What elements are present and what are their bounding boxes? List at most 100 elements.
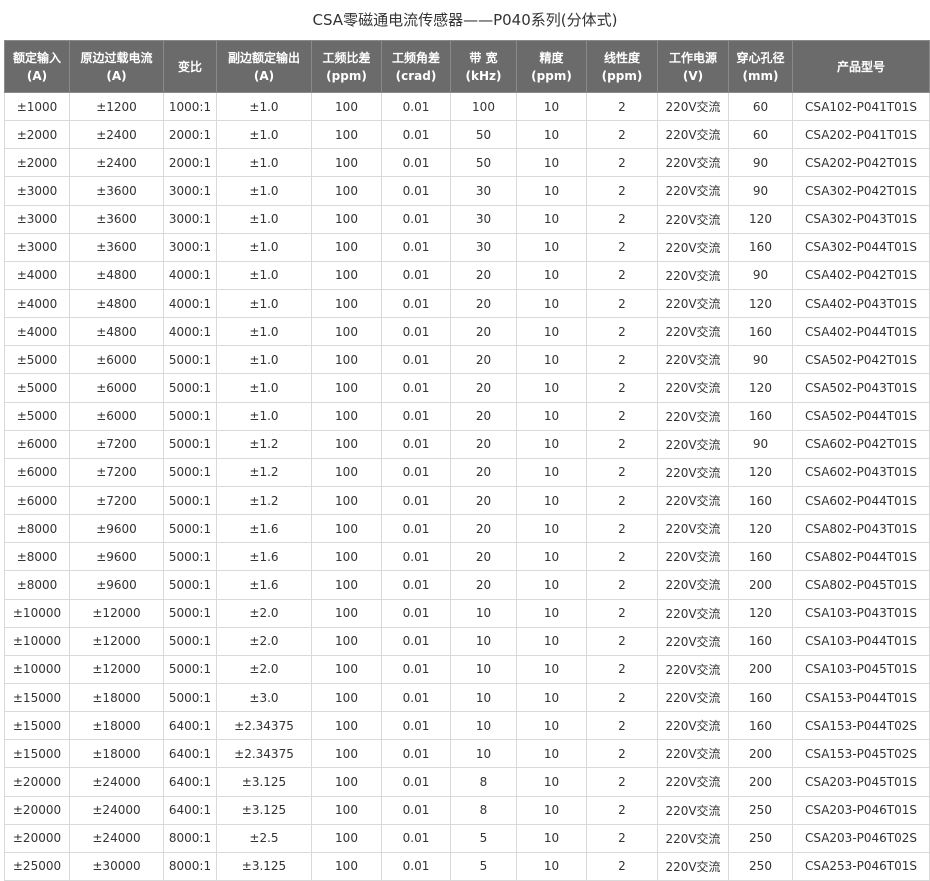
table-row: ±4000 ±4800 4000:1 ±1.0 100 0.01 20 10 2 220V交流 12… xyxy=(4,288,930,319)
table-cell-working-power: 220V交流 xyxy=(657,232,729,262)
table-cell-aperture-diameter: 160 xyxy=(728,485,793,516)
table-cell-primary-overload-current: ±24000 xyxy=(69,767,164,797)
table-cell-primary-overload-current: ±9600 xyxy=(69,514,164,544)
table-cell-linearity: 2 xyxy=(586,429,658,459)
table-cell-bandwidth: 20 xyxy=(450,429,517,459)
table-cell-linearity: 2 xyxy=(586,795,658,825)
table-cell-rated-input: ±15000 xyxy=(4,682,70,713)
table-row: ±10000 ±12000 5000:1 ±2.0 100 0.01 10 10 2 220V交流… xyxy=(4,626,930,656)
table-cell-working-power: 220V交流 xyxy=(657,795,729,825)
table-cell-product-model: CSA502-P043T01S xyxy=(792,373,930,403)
table-cell-power-frequency-phase-error: 0.01 xyxy=(381,598,451,628)
table-cell-power-frequency-phase-error: 0.01 xyxy=(381,739,451,769)
table-cell-accuracy: 10 xyxy=(516,795,587,825)
table-cell-primary-overload-current: ±7200 xyxy=(69,457,164,487)
table-cell-working-power: 220V交流 xyxy=(657,148,729,178)
table-row: ±3000 ±3600 3000:1 ±1.0 100 0.01 30 10 2 220V交流 16… xyxy=(4,232,930,262)
table-row: ±20000 ±24000 6400:1 ±3.125 100 0.01 8 10 2 220V交… xyxy=(4,795,930,825)
table-cell-aperture-diameter: 200 xyxy=(728,654,793,684)
table-cell-ratio: 5000:1 xyxy=(163,514,217,544)
table-cell-primary-overload-current: ±3600 xyxy=(69,232,164,262)
column-header-label: 变比 xyxy=(177,59,202,74)
table-cell-primary-overload-current: ±24000 xyxy=(69,795,164,825)
table-cell-bandwidth: 10 xyxy=(450,739,517,769)
table-cell-primary-overload-current: ±1200 xyxy=(69,91,164,122)
table-cell-linearity: 2 xyxy=(586,739,658,769)
table-cell-primary-overload-current: ±12000 xyxy=(69,598,164,628)
table-cell-rated-input: ±5000 xyxy=(4,401,70,431)
table-cell-product-model: CSA202-P041T01S xyxy=(792,120,930,150)
table-cell-accuracy: 10 xyxy=(516,317,587,347)
table-cell-working-power: 220V交流 xyxy=(657,654,729,684)
table-cell-power-frequency-ratio-error: 100 xyxy=(311,795,382,825)
table-cell-power-frequency-ratio-error: 100 xyxy=(311,288,382,319)
table-cell-power-frequency-phase-error: 0.01 xyxy=(381,795,451,825)
table-cell-power-frequency-ratio-error: 100 xyxy=(311,767,382,797)
table-cell-product-model: CSA502-P042T01S xyxy=(792,345,930,375)
table-cell-product-model: CSA203-P046T01S xyxy=(792,795,930,825)
table-cell-bandwidth: 20 xyxy=(450,485,517,516)
table-cell-ratio: 6400:1 xyxy=(163,739,217,769)
table-cell-accuracy: 10 xyxy=(516,626,587,656)
table-cell-accuracy: 10 xyxy=(516,288,587,319)
table-cell-working-power: 220V交流 xyxy=(657,767,729,797)
table-cell-power-frequency-ratio-error: 100 xyxy=(311,654,382,684)
table-cell-working-power: 220V交流 xyxy=(657,176,729,206)
table-cell-secondary-rated-output: ±1.0 xyxy=(216,317,312,347)
table-cell-working-power: 220V交流 xyxy=(657,682,729,713)
column-header-ratio: 变比 xyxy=(163,40,217,93)
table-row: ±3000 ±3600 3000:1 ±1.0 100 0.01 30 10 2 220V交流 12… xyxy=(4,204,930,234)
column-header-label: 工频角差 xyxy=(391,50,440,65)
table-cell-power-frequency-ratio-error: 100 xyxy=(311,345,382,375)
table-cell-accuracy: 10 xyxy=(516,485,587,516)
column-header-rated-input: 额定输入 (A) xyxy=(4,40,70,93)
table-cell-bandwidth: 8 xyxy=(450,767,517,797)
table-cell-primary-overload-current: ±7200 xyxy=(69,429,164,459)
table-cell-bandwidth: 50 xyxy=(450,148,517,178)
table-cell-power-frequency-ratio-error: 100 xyxy=(311,457,382,487)
table-cell-aperture-diameter: 200 xyxy=(728,767,793,797)
table-cell-power-frequency-phase-error: 0.01 xyxy=(381,654,451,684)
table-cell-product-model: CSA153-P045T02S xyxy=(792,739,930,769)
table-row: ±8000 ±9600 5000:1 ±1.6 100 0.01 20 10 2 220V交流 16… xyxy=(4,542,930,572)
table-cell-working-power: 220V交流 xyxy=(657,401,729,431)
table-cell-bandwidth: 5 xyxy=(450,823,517,853)
table-cell-ratio: 4000:1 xyxy=(163,317,217,347)
table-cell-linearity: 2 xyxy=(586,176,658,206)
table-cell-working-power: 220V交流 xyxy=(657,851,729,881)
table-cell-power-frequency-ratio-error: 100 xyxy=(311,682,382,713)
table-cell-accuracy: 10 xyxy=(516,739,587,769)
table-cell-working-power: 220V交流 xyxy=(657,317,729,347)
table-cell-bandwidth: 30 xyxy=(450,176,517,206)
table-cell-ratio: 6400:1 xyxy=(163,795,217,825)
table-cell-rated-input: ±6000 xyxy=(4,429,70,459)
table-cell-bandwidth: 100 xyxy=(450,91,517,122)
table-cell-secondary-rated-output: ±1.2 xyxy=(216,429,312,459)
table-row: ±10000 ±12000 5000:1 ±2.0 100 0.01 10 10 2 220V交流… xyxy=(4,654,930,684)
table-cell-primary-overload-current: ±30000 xyxy=(69,851,164,881)
table-cell-rated-input: ±8000 xyxy=(4,570,70,600)
page-title: CSA零磁通电流传感器——P040系列(分体式) xyxy=(312,11,618,29)
table-cell-power-frequency-phase-error: 0.01 xyxy=(381,514,451,544)
table-cell-product-model: CSA302-P042T01S xyxy=(792,176,930,206)
table-cell-linearity: 2 xyxy=(586,401,658,431)
table-cell-power-frequency-phase-error: 0.01 xyxy=(381,485,451,516)
table-cell-ratio: 5000:1 xyxy=(163,626,217,656)
table-cell-linearity: 2 xyxy=(586,317,658,347)
table-cell-power-frequency-ratio-error: 100 xyxy=(311,260,382,290)
table-cell-aperture-diameter: 200 xyxy=(728,739,793,769)
table-cell-aperture-diameter: 90 xyxy=(728,260,793,290)
table-cell-accuracy: 10 xyxy=(516,176,587,206)
table-cell-rated-input: ±3000 xyxy=(4,232,70,262)
table-cell-linearity: 2 xyxy=(586,120,658,150)
column-header-label: 线性度 xyxy=(603,50,640,65)
table-cell-aperture-diameter: 160 xyxy=(728,232,793,262)
table-cell-bandwidth: 20 xyxy=(450,288,517,319)
table-cell-secondary-rated-output: ±1.0 xyxy=(216,345,312,375)
table-cell-rated-input: ±10000 xyxy=(4,598,70,628)
table-cell-power-frequency-ratio-error: 100 xyxy=(311,711,382,741)
table-cell-power-frequency-phase-error: 0.01 xyxy=(381,542,451,572)
table-cell-bandwidth: 5 xyxy=(450,851,517,881)
table-cell-bandwidth: 10 xyxy=(450,682,517,713)
table-cell-working-power: 220V交流 xyxy=(657,288,729,319)
